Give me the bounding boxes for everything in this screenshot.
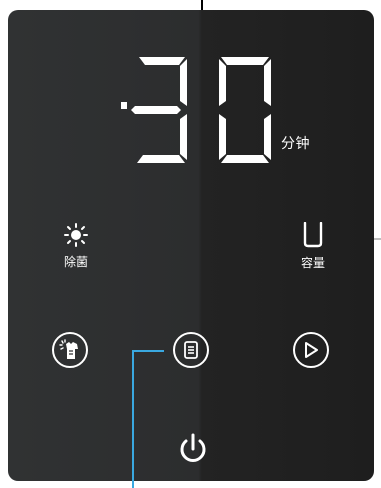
capacity-indicator: 容量: [293, 221, 333, 271]
control-panel: 30 分钟 除菌 容量: [8, 10, 374, 481]
blue-callout-horizontal: [132, 350, 164, 352]
timer-unit: 分钟: [281, 136, 310, 152]
capacity-label: 容量: [300, 256, 325, 270]
digit-3: [121, 57, 187, 163]
sterilize-label: 除菌: [63, 255, 88, 269]
blue-callout-vertical: [132, 350, 134, 488]
start-button[interactable]: [293, 332, 329, 368]
power-button[interactable]: [177, 432, 209, 470]
sterilize-indicator: 除菌: [56, 223, 96, 270]
bucket-icon: [303, 221, 323, 248]
play-icon: [305, 342, 318, 358]
list-icon: [184, 341, 198, 359]
digit-0: [219, 57, 271, 163]
sun-icon: [64, 223, 88, 247]
timer-digits: 30: [121, 57, 271, 163]
power-icon: [180, 433, 206, 462]
timer-value-text: 30: [121, 57, 123, 58]
shirt-spray-icon: [59, 339, 78, 359]
mode-button[interactable]: [52, 332, 88, 368]
program-button[interactable]: [173, 332, 209, 368]
